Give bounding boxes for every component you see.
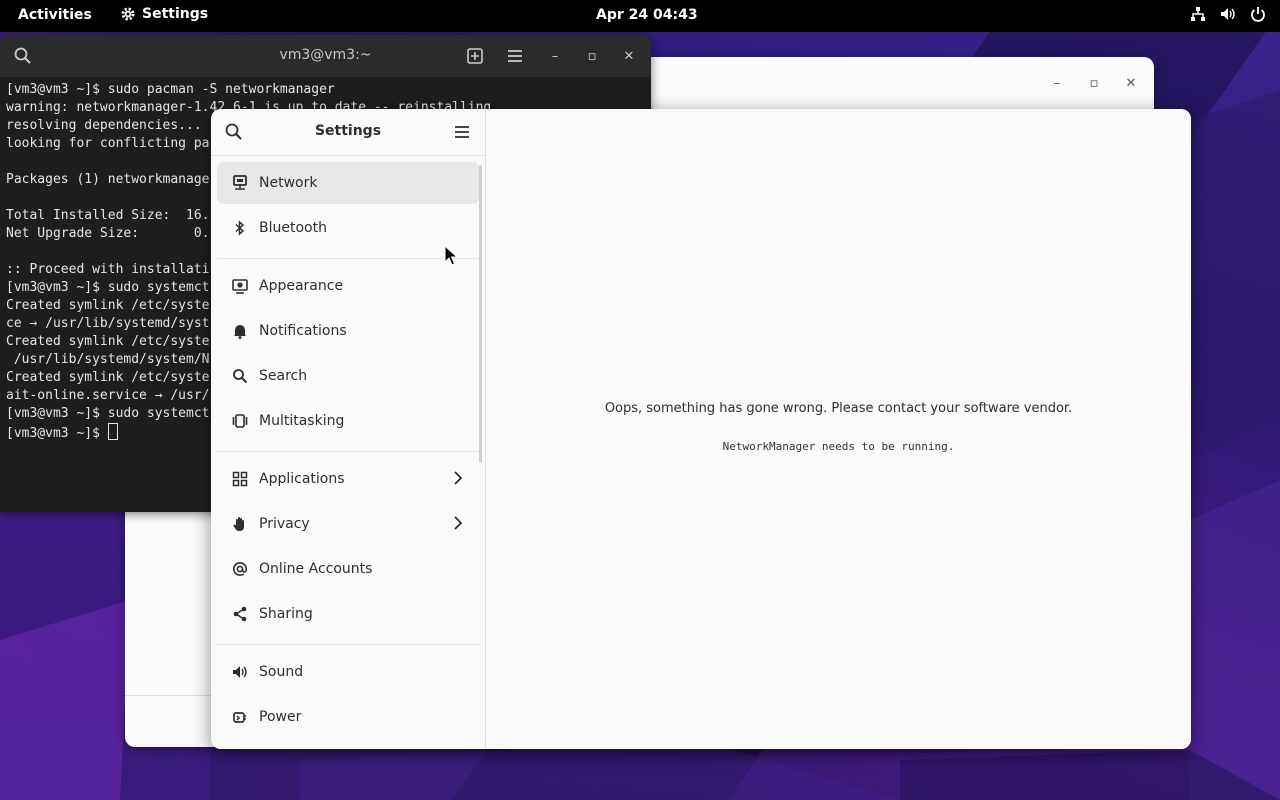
sidebar-item-online-accounts[interactable]: Online Accounts [217,548,479,590]
bluetooth-icon [235,220,245,236]
apps-grid-icon [232,471,248,487]
sidebar-title: Settings [314,123,382,139]
minimize-icon[interactable]: – [543,44,567,68]
chevron-right-icon [454,471,463,485]
sidebar-item-network[interactable]: Network [217,162,479,204]
chevron-right-icon [454,516,463,530]
settings-sidebar: Settings Network Bluetooth Appearance No… [211,109,486,749]
divider [217,644,479,645]
sidebar-item-label: Bluetooth [259,220,327,236]
settings-window[interactable]: Settings Network Bluetooth Appearance No… [211,109,1191,749]
sidebar-item-label: Applications [259,471,345,487]
sidebar-item-appearance[interactable]: Appearance [217,265,479,307]
sidebar-item-label: Sound [259,664,304,680]
terminal-header: vm3@vm3:~ – ▫ ✕ [0,35,651,77]
appearance-icon [232,279,248,294]
app-menu-label: Settings [142,6,209,22]
hamburger-menu-icon[interactable] [503,44,527,68]
gear-icon [121,7,135,21]
app-menu[interactable]: Settings [120,6,208,22]
at-icon [233,562,247,576]
sidebar-item-search[interactable]: Search [217,355,479,397]
volume-icon [1221,8,1235,20]
minimize-icon[interactable]: – [1045,71,1069,95]
power-icon [1251,7,1265,22]
sidebar-item-label: Privacy [259,516,310,532]
sidebar-item-label: Notifications [259,323,347,339]
sidebar-item-applications[interactable]: Applications [217,458,479,500]
sidebar-item-label: Network [259,175,318,191]
sidebar-item-bluetooth[interactable]: Bluetooth [217,207,479,249]
mouse-pointer-icon [444,245,458,266]
top-bar: Activities Settings Apr 24 04:43 [0,0,1280,32]
error-message: Oops, something has gone wrong. Please c… [604,401,1073,416]
divider [217,451,479,452]
share-icon [233,606,247,622]
clock[interactable]: Apr 24 04:43 [596,7,698,23]
sidebar-header: Settings [211,109,485,156]
sidebar-item-label: Power [259,709,302,725]
sidebar-item-label: Multitasking [259,413,345,429]
sidebar-item-label: Search [259,368,308,384]
network-panel: Oops, something has gone wrong. Please c… [486,109,1191,749]
sidebar-item-label: Appearance [259,278,344,294]
maximize-icon[interactable]: ▫ [1082,71,1106,95]
terminal-cursor [107,423,118,440]
activities-button[interactable]: Activities [18,7,92,23]
multitasking-icon [232,414,248,428]
divider [217,258,479,259]
sidebar-item-sharing[interactable]: Sharing [217,593,479,635]
sidebar-item-multitasking[interactable]: Multitasking [217,400,479,442]
sidebar-item-privacy[interactable]: Privacy [217,503,479,545]
sidebar-item-sound[interactable]: Sound [217,651,479,693]
sidebar-item-notifications[interactable]: Notifications [217,310,479,352]
hamburger-menu-icon[interactable] [451,121,473,143]
sidebar-item-power[interactable]: Power [217,696,479,738]
bell-icon [234,325,246,339]
system-tray[interactable] [1190,6,1266,22]
sidebar-item-label: Online Accounts [259,561,373,577]
error-detail: NetworkManager needs to be running. [722,440,955,453]
sidebar-scrollbar[interactable] [479,165,482,463]
speaker-icon [233,666,247,678]
network-icon [233,175,247,190]
close-icon[interactable]: ✕ [1119,71,1143,95]
power-plug-icon [233,712,246,723]
sidebar-item-label: Sharing [259,606,313,622]
network-wired-icon [1191,7,1205,21]
divider [125,695,211,696]
close-icon[interactable]: ✕ [617,44,641,68]
new-tab-icon[interactable] [463,44,487,68]
search-icon [233,369,248,384]
hand-icon [233,517,244,532]
maximize-icon[interactable]: ▫ [580,44,604,68]
